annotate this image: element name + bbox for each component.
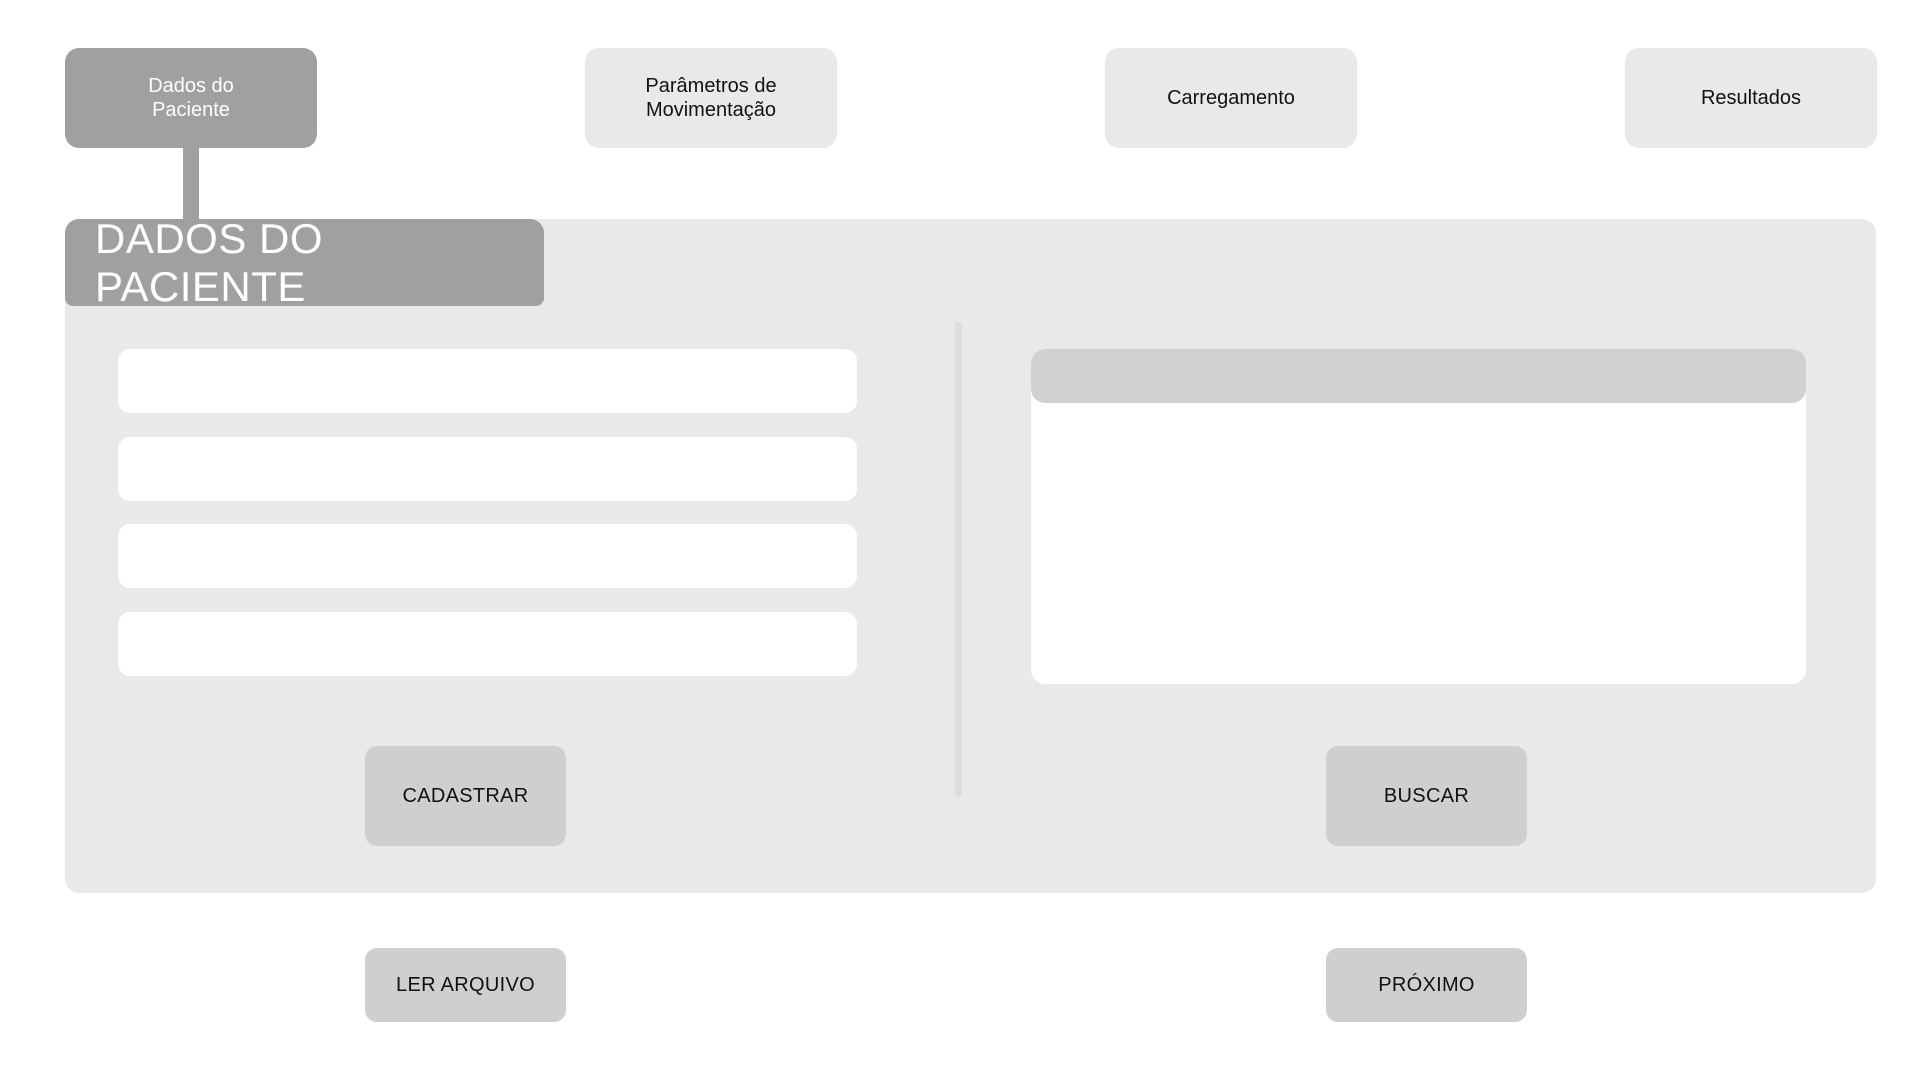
tab-parametros-de-movimentacao[interactable]: Parâmetros de Movimentação [585, 48, 837, 148]
active-tab-connector [183, 148, 199, 220]
tab-carregamento[interactable]: Carregamento [1105, 48, 1357, 148]
cadastrar-button[interactable]: CADASTRAR [365, 746, 566, 846]
tab-dados-do-paciente[interactable]: Dados do Paciente [65, 48, 317, 148]
search-results-list[interactable] [1031, 349, 1806, 684]
tab-label: Dados do Paciente [148, 75, 234, 121]
tab-label: Carregamento [1167, 87, 1295, 109]
tab-resultados[interactable]: Resultados [1625, 48, 1877, 148]
tab-label: Resultados [1700, 87, 1802, 109]
proximo-button[interactable]: PRÓXIMO [1326, 948, 1527, 1022]
patient-field-3[interactable] [118, 524, 857, 588]
ler-arquivo-button[interactable]: LER ARQUIVO [365, 948, 566, 1022]
buscar-button[interactable]: BUSCAR [1326, 746, 1527, 846]
panel-divider [955, 322, 962, 797]
search-results-header [1031, 349, 1806, 403]
patient-field-4[interactable] [118, 612, 857, 676]
patient-field-1[interactable] [118, 349, 857, 413]
tab-label: Parâmetros de Movimentação [645, 75, 777, 121]
app-root: Dados do Paciente Parâmetros de Moviment… [0, 0, 1920, 1080]
panel-title: DADOS DO PACIENTE [65, 215, 544, 310]
patient-field-2[interactable] [118, 437, 857, 501]
